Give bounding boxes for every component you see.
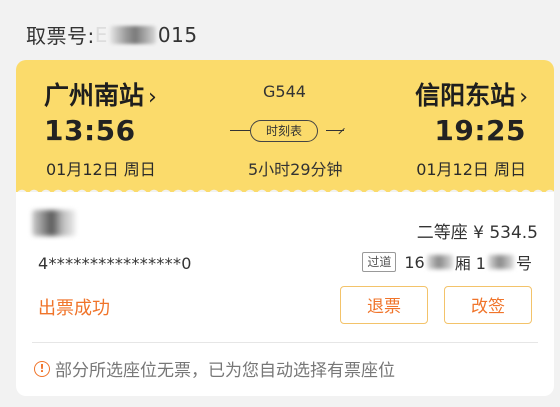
trip-summary-card: 广州南站 › G544 信阳东站 › 13:56 时刻表 19:25 01月12日 … xyxy=(16,60,554,193)
ticket-number-redacted xyxy=(109,25,156,44)
departure-station-label: 广州南站 xyxy=(44,81,145,110)
seat-type-price: 二等座 ¥ 534.5 xyxy=(416,223,538,243)
departure-time: 13:56 xyxy=(44,114,136,147)
passenger-id-number: 4****************0 xyxy=(38,254,192,273)
ticket-number: 取票号: E 015 xyxy=(26,20,198,49)
arrow-right-icon xyxy=(332,122,345,135)
schedule-button[interactable]: 时刻表 xyxy=(250,120,318,142)
seat-redacted xyxy=(426,255,453,269)
trip-duration: 5小时29分钟 xyxy=(248,160,343,179)
departure-station[interactable]: 广州南站 › xyxy=(44,76,157,112)
seat-prefix: 16 xyxy=(404,252,425,272)
divider xyxy=(32,342,538,343)
ticket-number-label: 取票号: xyxy=(26,24,95,48)
arrival-date: 01月12日 周日 xyxy=(416,160,526,179)
seat-notice: ! 部分所选座位无票，已为您自动选择有票座位 xyxy=(34,356,395,381)
passenger-name-redacted xyxy=(32,210,76,236)
schedule-line-left xyxy=(230,130,250,131)
departure-date: 01月12日 周日 xyxy=(46,160,156,179)
train-number: G544 xyxy=(263,82,306,101)
seat-position: 过道 16 厢 1 号 xyxy=(362,250,532,274)
change-ticket-button[interactable]: 改签 xyxy=(444,286,532,324)
arrival-station[interactable]: 信阳东站 › xyxy=(415,76,528,112)
seat-car: 厢 1 xyxy=(454,254,486,273)
ticket-status: 出票成功 xyxy=(38,298,110,319)
info-icon: ! xyxy=(34,360,50,377)
seat-number-redacted xyxy=(487,255,514,269)
schedule-link[interactable]: 时刻表 xyxy=(230,120,345,142)
refund-button[interactable]: 退票 xyxy=(340,286,428,324)
arrival-station-label: 信阳东站 xyxy=(415,81,516,110)
seat-notice-text: 部分所选座位无票，已为您自动选择有票座位 xyxy=(55,361,395,381)
ticket-number-prefix: E xyxy=(94,22,108,47)
ticket-number-suffix: 015 xyxy=(157,22,198,47)
arrival-time: 19:25 xyxy=(434,114,526,147)
seat-badge: 过道 xyxy=(362,252,397,272)
chevron-right-icon: › xyxy=(519,85,528,110)
passenger-card: 二等座 ¥ 534.5 4****************0 过道 16 厢 1… xyxy=(16,192,554,396)
seat-suffix: 号 xyxy=(515,254,532,273)
chevron-right-icon: › xyxy=(148,85,157,110)
